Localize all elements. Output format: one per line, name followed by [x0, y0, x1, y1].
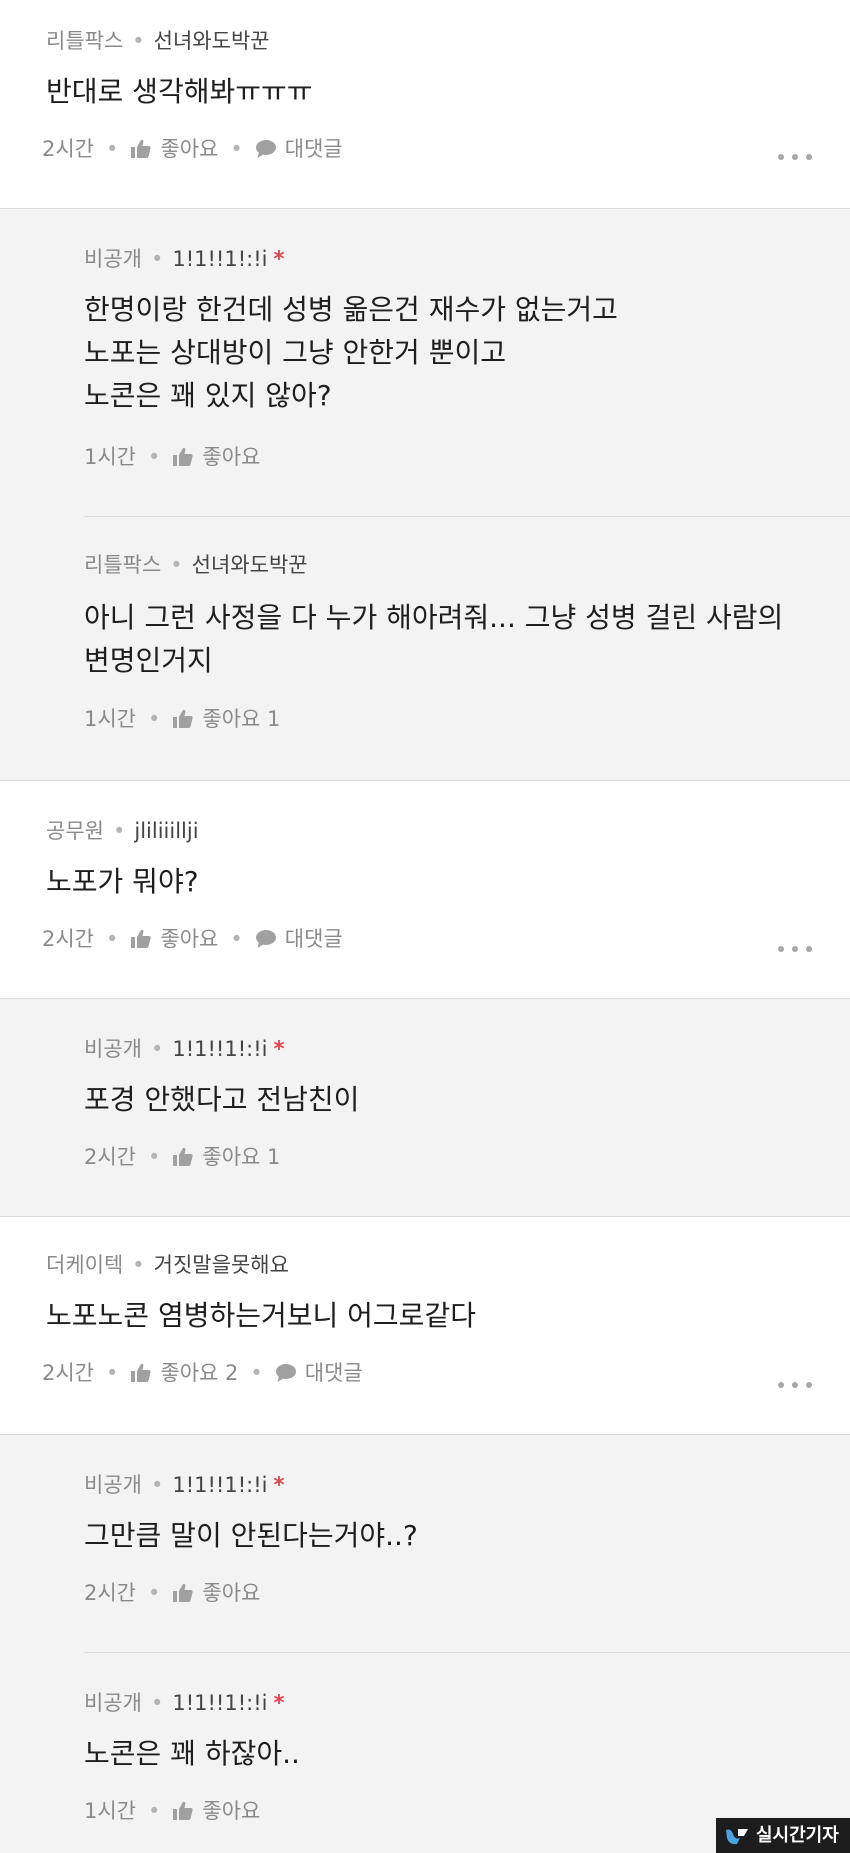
user-nickname[interactable]: 1!1!!1!:!i	[172, 1691, 267, 1715]
comment-meta: 2시간 • 좋아요	[84, 1580, 261, 1606]
comment-time: 1시간	[84, 1799, 137, 1823]
comment-text: 노콘은 꽤 하잖아..	[84, 1737, 300, 1770]
comment-text: 한명이랑 한건데 성병 옮은건 재수가 없는거고 노포는 상대방이 그냥 안한거…	[84, 293, 618, 412]
like-button[interactable]: 좋아요	[130, 926, 218, 952]
reply-button[interactable]: 대댓글	[275, 1360, 363, 1386]
like-label: 좋아요 1	[202, 707, 281, 731]
comment-time: 2시간	[42, 1361, 95, 1385]
speech-bubble-icon	[255, 929, 277, 949]
thumbs-up-icon	[130, 139, 152, 159]
comment-header: 비공개 • 1!1!!1!:!i *	[84, 1473, 285, 1497]
user-level: 비공개	[84, 1473, 142, 1497]
like-button[interactable]: 좋아요 1	[172, 1144, 280, 1170]
like-label: 좋아요	[202, 1581, 261, 1605]
user-level: 비공개	[84, 247, 142, 271]
comment-text: 반대로 생각해봐ㅠㅠㅠ	[46, 75, 313, 108]
like-button[interactable]: 좋아요 1	[172, 706, 280, 732]
reply-item: 비공개 • 1!1!!1!:!i * 그만큼 말이 안된다는거야..? 2시간 • 좋아…	[0, 1434, 850, 1652]
comment-meta: 2시간 • 좋아요 1	[84, 1144, 281, 1170]
thumbs-up-icon	[172, 709, 194, 729]
like-label: 좋아요 1	[202, 1145, 281, 1169]
like-button[interactable]: 좋아요	[172, 444, 260, 470]
comment-header: 비공개 • 1!1!!1!:!i *	[84, 247, 285, 271]
user-level: 더케이텍	[46, 1253, 124, 1277]
comment-header: 비공개 • 1!1!!1!:!i *	[84, 1037, 285, 1061]
watermark-logo-icon	[726, 1828, 748, 1844]
comment-time: 2시간	[42, 137, 95, 161]
comment-text: 노포노콘 염병하는거보니 어그로같다	[46, 1299, 476, 1332]
user-level: 비공개	[84, 1037, 142, 1061]
reply-item: 비공개 • 1!1!!1!:!i * 한명이랑 한건데 성병 옮은건 재수가 없는거고…	[0, 208, 850, 516]
thumbs-up-icon	[130, 1363, 152, 1383]
like-label: 좋아요	[160, 927, 219, 951]
reply-label: 대댓글	[284, 927, 343, 951]
comment-header: 더케이텍 • 거짓말을못해요	[46, 1253, 289, 1277]
speech-bubble-icon	[275, 1363, 297, 1383]
comment-text: 노포가 뭐야?	[46, 865, 199, 898]
watermark: 실시간기자	[716, 1818, 850, 1853]
comment-item: 리틀팍스 • 선녀와도박꾼 반대로 생각해봐ㅠㅠㅠ 2시간 • 좋아요 • 대댓글	[0, 0, 850, 208]
comment-text: 포경 안했다고 전남친이	[84, 1083, 360, 1116]
thumbs-up-icon	[172, 1801, 194, 1821]
comment-meta: 2시간 • 좋아요 • 대댓글	[42, 136, 343, 162]
like-button[interactable]: 좋아요 2	[130, 1360, 238, 1386]
comment-meta: 2시간 • 좋아요 2 • 대댓글	[42, 1360, 363, 1386]
more-dots-icon[interactable]	[778, 944, 812, 954]
like-label: 좋아요 2	[160, 1361, 239, 1385]
reply-label: 대댓글	[284, 137, 343, 161]
asterisk-icon: *	[273, 1691, 285, 1715]
comment-time: 2시간	[42, 927, 95, 951]
like-label: 좋아요	[160, 137, 219, 161]
comment-time: 2시간	[84, 1145, 137, 1169]
user-level: 리틀팍스	[84, 553, 162, 577]
comment-item: 공무원 • jliliiilljі 노포가 뭐야? 2시간 • 좋아요 • 대댓글	[0, 780, 850, 998]
user-nickname[interactable]: 1!1!!1!:!i	[172, 247, 267, 271]
reply-item: 비공개 • 1!1!!1!:!i * 포경 안했다고 전남친이 2시간 • 좋아요 1	[0, 998, 850, 1216]
thumbs-up-icon	[172, 447, 194, 467]
like-button[interactable]: 좋아요	[172, 1798, 260, 1824]
user-level: 리틀팍스	[46, 29, 124, 53]
asterisk-icon: *	[273, 1473, 285, 1497]
comment-meta: 1시간 • 좋아요 1	[84, 706, 281, 732]
reply-button[interactable]: 대댓글	[255, 136, 343, 162]
comment-text: 아니 그런 사정을 다 누가 해아려줘... 그냥 성병 걸린 사람의 변명인거…	[84, 601, 784, 677]
user-level: 공무원	[46, 819, 104, 843]
comment-time: 2시간	[84, 1581, 137, 1605]
user-nickname[interactable]: 1!1!!1!:!i	[172, 1037, 267, 1061]
thumbs-up-icon	[172, 1583, 194, 1603]
more-dots-icon[interactable]	[778, 1380, 812, 1390]
user-level: 비공개	[84, 1691, 142, 1715]
user-nickname[interactable]: 선녀와도박꾼	[154, 29, 270, 53]
speech-bubble-icon	[255, 139, 277, 159]
comment-item: 더케이텍 • 거짓말을못해요 노포노콘 염병하는거보니 어그로같다 2시간 • 좋아요…	[0, 1216, 850, 1434]
thumbs-up-icon	[130, 929, 152, 949]
comment-time: 1시간	[84, 707, 137, 731]
user-nickname[interactable]: 선녀와도박꾼	[192, 553, 308, 577]
like-label: 좋아요	[202, 1799, 261, 1823]
more-dots-icon[interactable]	[778, 152, 812, 162]
comment-meta: 1시간 • 좋아요	[84, 1798, 261, 1824]
reply-label: 대댓글	[304, 1361, 363, 1385]
thumbs-up-icon	[172, 1147, 194, 1167]
user-nickname[interactable]: 1!1!!1!:!i	[172, 1473, 267, 1497]
comment-meta: 1시간 • 좋아요	[84, 444, 261, 470]
comment-header: 비공개 • 1!1!!1!:!i *	[84, 1691, 285, 1715]
like-button[interactable]: 좋아요	[172, 1580, 260, 1606]
like-label: 좋아요	[202, 445, 261, 469]
user-nickname[interactable]: 거짓말을못해요	[154, 1253, 289, 1277]
comment-header: 리틀팍스 • 선녀와도박꾼	[46, 29, 270, 53]
like-button[interactable]: 좋아요	[130, 136, 218, 162]
comment-header: 공무원 • jliliiilljі	[46, 819, 199, 843]
reply-item: 리틀팍스 • 선녀와도박꾼 아니 그런 사정을 다 누가 해아려줘... 그냥 성병…	[0, 516, 850, 780]
watermark-text: 실시간기자	[756, 1825, 839, 1846]
comment-header: 리틀팍스 • 선녀와도박꾼	[84, 553, 308, 577]
user-nickname[interactable]: jliliiilljі	[134, 819, 198, 843]
comment-meta: 2시간 • 좋아요 • 대댓글	[42, 926, 343, 952]
reply-button[interactable]: 대댓글	[255, 926, 343, 952]
comment-time: 1시간	[84, 445, 137, 469]
asterisk-icon: *	[273, 247, 285, 271]
comment-text: 그만큼 말이 안된다는거야..?	[84, 1519, 418, 1552]
asterisk-icon: *	[273, 1037, 285, 1061]
